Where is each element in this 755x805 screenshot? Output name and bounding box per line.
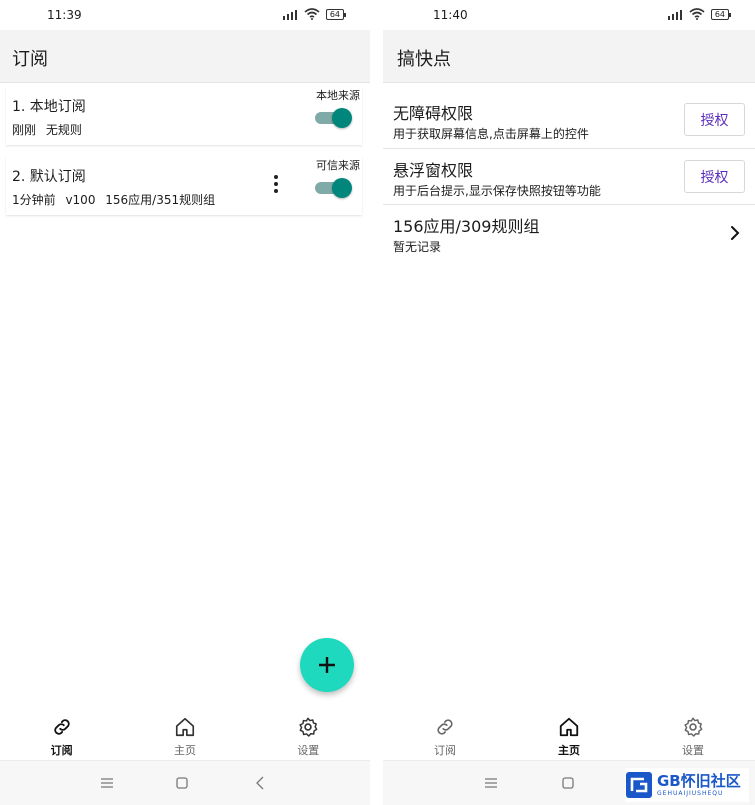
nav-item-settings[interactable]: 设置 xyxy=(631,708,755,760)
nav-label: 设置 xyxy=(297,744,320,757)
subscription-meta: 刚刚 无规则 xyxy=(12,123,82,137)
home-square-icon[interactable] xyxy=(172,774,192,792)
status-time: 11:39 xyxy=(47,8,82,22)
app-bar: 订阅 xyxy=(0,30,370,83)
nav-item-subscription[interactable]: 订阅 xyxy=(383,708,507,760)
nav-item-home[interactable]: 主页 xyxy=(123,708,246,760)
signal-icon xyxy=(282,9,297,20)
nav-label: 主页 xyxy=(558,744,580,757)
nav-item-subscription[interactable]: 订阅 xyxy=(0,708,123,760)
home-icon xyxy=(175,717,195,737)
nav-label: 订阅 xyxy=(434,744,456,757)
status-bar: 11:39 64 xyxy=(0,0,370,30)
grant-overlay-button[interactable]: 授权 xyxy=(684,160,745,193)
nav-item-settings[interactable]: 设置 xyxy=(247,708,370,760)
status-icons: 64 xyxy=(667,8,732,20)
signal-icon xyxy=(667,9,682,20)
watermark-subtitle: GEHUAIJIUSHEQU xyxy=(657,789,724,797)
battery-icon: 64 xyxy=(325,8,347,20)
overlay-permission-row: 悬浮窗权限 用于后台提示,显示保存快照按钮等功能 授权 xyxy=(383,149,755,205)
link-icon xyxy=(437,719,453,735)
link-icon xyxy=(54,719,70,735)
add-subscription-button[interactable] xyxy=(300,638,354,692)
gb-logo-icon xyxy=(626,772,652,798)
nav-label: 设置 xyxy=(682,744,704,757)
page-title: 搞快点 xyxy=(397,49,451,70)
source-tag: 可信来源 xyxy=(316,159,360,172)
battery-icon: 64 xyxy=(710,8,732,20)
menu-icon[interactable] xyxy=(97,774,117,792)
gear-icon xyxy=(684,717,703,737)
nav-label: 订阅 xyxy=(50,744,73,757)
row-title: 无障碍权限 xyxy=(393,104,474,123)
page-title: 订阅 xyxy=(12,49,48,70)
row-title: 悬浮窗权限 xyxy=(393,161,474,180)
home-screen: 11:40 64 搞快点 无障碍权限 用于获取屏幕信息,点击屏幕上的控件 授权 … xyxy=(383,0,755,805)
nav-item-home[interactable]: 主页 xyxy=(507,708,631,760)
home-icon xyxy=(559,717,579,737)
toggle-thumb xyxy=(332,178,352,198)
subscription-card-default[interactable]: 2. 默认订阅 1分钟前 v100 156应用/351规则组 可信来源 xyxy=(6,157,362,215)
status-bar: 11:40 64 xyxy=(383,0,755,30)
system-navigation-bar xyxy=(0,760,370,805)
home-square-icon[interactable] xyxy=(558,774,578,792)
source-tag: 本地来源 xyxy=(316,89,360,102)
wifi-icon xyxy=(689,8,705,20)
watermark-title: GB怀旧社区 xyxy=(657,771,741,790)
row-subtitle: 用于获取屏幕信息,点击屏幕上的控件 xyxy=(393,127,589,141)
more-vert-icon[interactable] xyxy=(270,173,282,199)
subscription-name: 1. 本地订阅 xyxy=(12,99,86,115)
subscription-screen: 11:39 64 订阅 1. 本地订阅 刚刚 无规则 本地来源 2. 默认订阅 … xyxy=(0,0,370,805)
nav-label: 主页 xyxy=(173,744,196,757)
watermark-text: GB怀旧社区 GEHUAIJIUSHEQU xyxy=(657,771,741,797)
subscription-card-local[interactable]: 1. 本地订阅 刚刚 无规则 本地来源 xyxy=(6,87,362,145)
row-subtitle: 用于后台提示,显示保存快照按钮等功能 xyxy=(393,184,601,198)
watermark-logo: GB怀旧社区 GEHUAIJIUSHEQU xyxy=(625,768,749,802)
subscription-toggle[interactable] xyxy=(314,107,352,128)
row-subtitle: 暂无记录 xyxy=(393,240,442,254)
bottom-navigation: 订阅 主页 设置 xyxy=(0,708,370,760)
subscription-meta: 1分钟前 v100 156应用/351规则组 xyxy=(12,193,216,207)
toggle-thumb xyxy=(332,108,352,128)
menu-icon[interactable] xyxy=(481,774,501,792)
status-icons: 64 xyxy=(282,8,347,20)
status-time: 11:40 xyxy=(433,8,468,22)
subscription-name: 2. 默认订阅 xyxy=(12,169,86,185)
wifi-icon xyxy=(304,8,320,20)
gear-icon xyxy=(299,717,318,737)
rules-summary-row[interactable]: 156应用/309规则组 暂无记录 xyxy=(383,205,755,261)
back-icon[interactable] xyxy=(251,774,271,792)
accessibility-permission-row: 无障碍权限 用于获取屏幕信息,点击屏幕上的控件 授权 xyxy=(383,92,755,149)
bottom-navigation: 订阅 主页 设置 xyxy=(383,708,755,760)
row-title: 156应用/309规则组 xyxy=(393,217,540,236)
plus-icon xyxy=(319,657,335,673)
app-bar: 搞快点 xyxy=(383,30,755,83)
chevron-right-icon[interactable] xyxy=(729,223,741,243)
grant-accessibility-button[interactable]: 授权 xyxy=(684,103,745,136)
subscription-toggle[interactable] xyxy=(314,177,352,198)
